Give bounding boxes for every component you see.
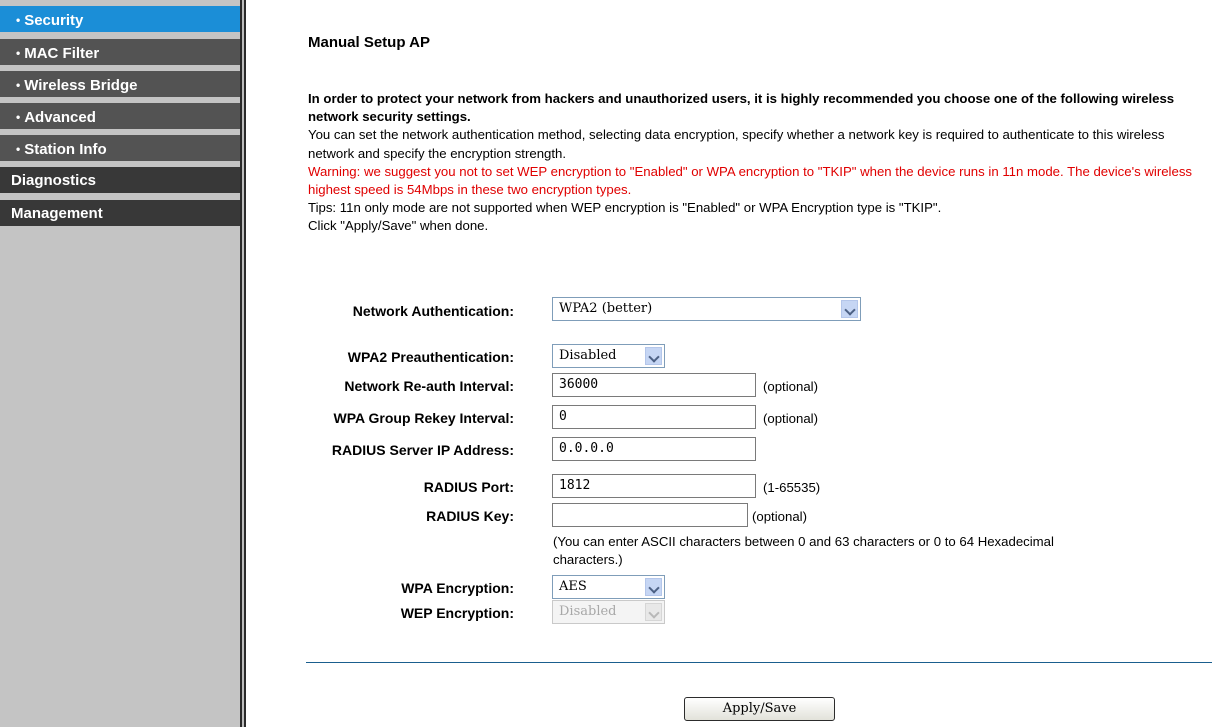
intro-text-block: In order to protect your network from ha… <box>308 90 1208 236</box>
chevron-down-icon <box>645 603 662 621</box>
apply-save-button[interactable]: Apply/Save <box>684 697 835 721</box>
wpa-encryption-select[interactable]: AES <box>552 575 665 599</box>
chevron-down-icon[interactable] <box>841 300 858 318</box>
radius-port-hint: (1-65535) <box>763 480 821 495</box>
radius-key-hint: (optional) <box>752 509 807 524</box>
sidebar-item-station-info[interactable]: • Station Info <box>0 135 240 163</box>
sidebar-divider-inner <box>242 0 244 727</box>
wpa-encryption-label: WPA Encryption: <box>401 580 514 596</box>
tips-text: Tips: 11n only mode are not supported wh… <box>308 200 942 216</box>
network-auth-select[interactable]: WPA2 (better) <box>552 297 861 321</box>
sidebar-item-advanced[interactable]: • Advanced <box>0 103 240 131</box>
sidebar-item-wireless-bridge[interactable]: • Wireless Bridge <box>0 71 240 99</box>
network-auth-label: Network Authentication: <box>352 303 514 319</box>
radius-port-label: RADIUS Port: <box>423 479 514 495</box>
group-rekey-input[interactable]: 0 <box>552 405 756 429</box>
sidebar-item-label: Management <box>11 205 103 222</box>
reauth-interval-label: Network Re-auth Interval: <box>344 378 514 394</box>
wep-encryption-label: WEP Encryption: <box>400 605 514 621</box>
bullet-icon: • <box>16 110 21 124</box>
wep-encryption-value: Disabled <box>559 604 617 619</box>
radius-ip-input[interactable]: 0.0.0.0 <box>552 437 756 461</box>
chevron-down-icon[interactable] <box>645 347 662 365</box>
wpa-encryption-value: AES <box>559 579 587 594</box>
sidebar-item-label: Wireless Bridge <box>24 77 138 94</box>
radius-key-label: RADIUS Key: <box>426 508 514 524</box>
bullet-icon: • <box>16 13 21 27</box>
bullet-icon: • <box>16 142 21 156</box>
sidebar-item-label: Advanced <box>24 109 96 126</box>
sidebar: • Security • MAC Filter • Wireless Bridge •… <box>0 0 240 727</box>
sidebar-item-security[interactable]: • Security <box>0 6 240 34</box>
divider <box>306 662 1212 663</box>
group-rekey-hint: (optional) <box>763 411 818 426</box>
radius-port-input[interactable]: 1812 <box>552 474 756 498</box>
sidebar-item-management[interactable]: Management <box>0 200 240 228</box>
sidebar-item-mac-filter[interactable]: • MAC Filter <box>0 39 240 67</box>
sidebar-item-label: Diagnostics <box>11 172 97 189</box>
bullet-icon: • <box>16 78 21 92</box>
sidebar-item-label: MAC Filter <box>24 45 100 62</box>
bullet-icon: • <box>16 46 21 60</box>
reauth-interval-input[interactable]: 36000 <box>552 373 756 397</box>
group-rekey-label: WPA Group Rekey Interval: <box>333 410 514 426</box>
intro-description: You can set the network authentication m… <box>308 127 1165 161</box>
sidebar-item-label: Security <box>24 12 84 29</box>
radius-ip-label: RADIUS Server IP Address: <box>331 442 514 458</box>
warning-text: Warning: we suggest you not to set WEP e… <box>308 163 1193 198</box>
radius-key-input[interactable] <box>552 503 748 527</box>
wpa2-preauth-label: WPA2 Preauthentication: <box>347 349 514 365</box>
wpa2-preauth-select[interactable]: Disabled <box>552 344 665 368</box>
reauth-interval-hint: (optional) <box>763 379 818 394</box>
page-title: Manual Setup AP <box>308 34 430 51</box>
chevron-down-icon[interactable] <box>645 578 662 596</box>
sidebar-item-diagnostics[interactable]: Diagnostics <box>0 167 240 195</box>
sidebar-item-label: Station Info <box>24 141 107 158</box>
intro-recommendation: In order to protect your network from ha… <box>308 91 1175 125</box>
wpa2-preauth-value: Disabled <box>559 348 617 363</box>
radius-key-note: (You can enter ASCII characters between … <box>553 534 1054 567</box>
wep-encryption-select: Disabled <box>552 600 665 624</box>
click-note: Click "Apply/Save" when done. <box>308 218 489 234</box>
network-auth-value: WPA2 (better) <box>559 301 653 316</box>
